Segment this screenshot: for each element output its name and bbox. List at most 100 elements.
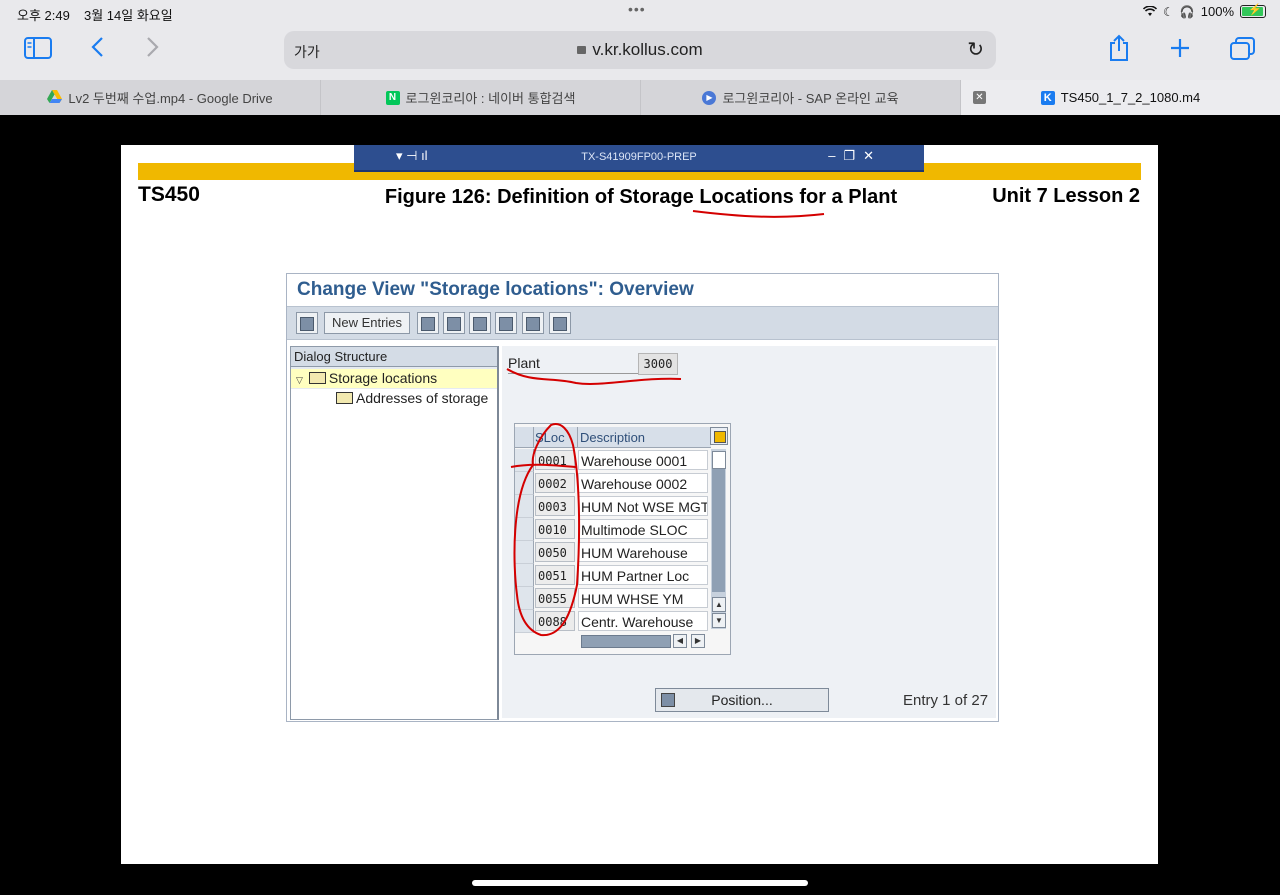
- video-frame[interactable]: ▾ ⊣ ıl TX-S41909FP00-PREP ‒❐✕ TS450 Figu…: [121, 145, 1158, 864]
- row-selector[interactable]: [515, 610, 534, 633]
- table-row: 0001 Warehouse 0001: [515, 449, 711, 472]
- copy-as-button[interactable]: [417, 312, 439, 334]
- row-selector[interactable]: [515, 449, 534, 472]
- moon-icon: ☾: [1163, 4, 1174, 19]
- sloc-cell[interactable]: 0055: [535, 588, 575, 608]
- select-all-button[interactable]: [495, 312, 517, 334]
- row-selector[interactable]: [515, 518, 534, 541]
- expand-triangle-icon[interactable]: ▽: [296, 371, 303, 390]
- description-cell[interactable]: HUM Warehouse: [578, 542, 708, 562]
- undo-icon: [473, 317, 487, 331]
- pencil-glasses-icon: [300, 317, 314, 331]
- scroll-thumb[interactable]: [712, 469, 725, 592]
- select-block-button[interactable]: [522, 312, 544, 334]
- undo-change-button[interactable]: [469, 312, 491, 334]
- google-drive-icon: [47, 89, 63, 106]
- url-text: v.kr.kollus.com: [592, 40, 703, 59]
- window-controls-icon: ‒❐✕: [828, 148, 882, 163]
- display-change-button[interactable]: [296, 312, 318, 334]
- kollus-icon: K: [1040, 90, 1055, 105]
- scroll-up-icon[interactable]: ▲: [712, 597, 726, 612]
- sidebar-icon[interactable]: [24, 37, 52, 65]
- tabs-overview-icon[interactable]: [1230, 37, 1256, 67]
- reload-icon[interactable]: ↻: [967, 37, 984, 62]
- folder-icon: [336, 392, 353, 404]
- sap-screen: Change View "Storage locations": Overvie…: [286, 273, 999, 722]
- scroll-down-icon[interactable]: ▼: [712, 613, 726, 628]
- tab-ts450-video[interactable]: ✕ K TS450_1_7_2_1080.m4: [961, 80, 1280, 115]
- tab-label: 로그윈코리아 - SAP 온라인 교육: [722, 91, 899, 106]
- remote-window-caption: ▾ ⊣ ıl TX-S41909FP00-PREP ‒❐✕: [354, 145, 924, 172]
- tab-google-drive[interactable]: Lv2 두번째 수업.mp4 - Google Drive: [0, 80, 321, 115]
- description-cell[interactable]: Multimode SLOC: [578, 519, 708, 539]
- select-block-icon: [526, 317, 540, 331]
- scroll-left-icon[interactable]: ◀: [673, 634, 687, 648]
- tree-empty-area: [291, 408, 497, 719]
- sloc-cell[interactable]: 0002: [535, 473, 575, 493]
- entry-counter: Entry 1 of 27: [903, 692, 989, 709]
- description-cell[interactable]: Warehouse 0001: [578, 450, 708, 470]
- vertical-scrollbar[interactable]: ▲ ▼: [711, 449, 726, 629]
- description-cell[interactable]: Warehouse 0002: [578, 473, 708, 493]
- unit-lesson: Unit 7 Lesson 2: [992, 185, 1140, 207]
- tree-item-addresses[interactable]: Addresses of storage: [291, 389, 497, 408]
- address-bar[interactable]: 가가 v.kr.kollus.com ↻: [284, 31, 996, 69]
- description-cell[interactable]: Centr. Warehouse: [578, 611, 708, 631]
- column-header-description[interactable]: Description: [580, 430, 645, 445]
- tree-item-label: Storage locations: [328, 370, 438, 386]
- lock-icon: [577, 46, 587, 54]
- horizontal-scrollbar[interactable]: ◀ ▶: [581, 634, 711, 648]
- tab-sap-online[interactable]: ▶ 로그윈코리아 - SAP 온라인 교육: [641, 80, 961, 115]
- sloc-cell[interactable]: 0051: [535, 565, 575, 585]
- table-row: 0003 HUM Not WSE MGT: [515, 495, 711, 518]
- sloc-cell[interactable]: 0001: [535, 450, 575, 470]
- home-indicator[interactable]: [472, 880, 808, 886]
- deselect-all-button[interactable]: [549, 312, 571, 334]
- column-header-sloc[interactable]: SLoc: [535, 430, 565, 445]
- row-selector[interactable]: [515, 564, 534, 587]
- position-button[interactable]: Position...: [655, 688, 829, 712]
- sloc-cell[interactable]: 0088: [535, 611, 575, 631]
- underline-storage-locations: [692, 210, 825, 218]
- back-icon[interactable]: [90, 36, 104, 64]
- row-selector[interactable]: [515, 495, 534, 518]
- close-tab-icon[interactable]: ✕: [973, 91, 986, 104]
- tree-item-label: Addresses of storage: [356, 390, 489, 406]
- row-selector[interactable]: [515, 472, 534, 495]
- table-row: 0051 HUM Partner Loc: [515, 564, 711, 587]
- row-selector[interactable]: [515, 587, 534, 610]
- share-icon[interactable]: [1107, 34, 1131, 68]
- table-settings-icon[interactable]: [710, 427, 728, 445]
- sap-toolbar: New Entries: [287, 306, 998, 340]
- scroll-top-button[interactable]: [712, 451, 726, 469]
- sloc-cell[interactable]: 0003: [535, 496, 575, 516]
- course-code: TS450: [138, 183, 200, 206]
- new-entries-button[interactable]: New Entries: [324, 312, 410, 334]
- battery-percent: 100%: [1200, 4, 1234, 19]
- figure-title: Figure 126: Definition of Storage Locati…: [384, 186, 898, 208]
- tree-item-storage-locations[interactable]: ▽ Storage locations: [291, 369, 497, 388]
- sloc-cell[interactable]: 0050: [535, 542, 575, 562]
- multitask-dots-icon[interactable]: •••: [628, 1, 646, 17]
- new-tab-icon[interactable]: [1169, 37, 1191, 65]
- delete-button[interactable]: [443, 312, 465, 334]
- hscroll-thumb[interactable]: [581, 635, 671, 648]
- plant-label-line: [508, 373, 638, 374]
- storage-locations-table: SLoc Description 0001 Warehouse 0001 0002…: [514, 423, 731, 655]
- row-selector[interactable]: [515, 541, 534, 564]
- forward-icon[interactable]: [146, 36, 160, 64]
- tab-label: Lv2 두번째 수업.mp4 - Google Drive: [68, 91, 273, 106]
- play-icon: ▶: [702, 90, 717, 105]
- tab-label: 로그윈코리아 : 네이버 통합검색: [405, 91, 576, 106]
- sloc-cell[interactable]: 0010: [535, 519, 575, 539]
- scroll-right-icon[interactable]: ▶: [691, 634, 705, 648]
- content-pane: Plant 3000 SLoc Description 0001 Warehous…: [502, 346, 996, 718]
- tab-naver-search[interactable]: N 로그윈코리아 : 네이버 통합검색: [321, 80, 641, 115]
- url-display[interactable]: v.kr.kollus.com: [284, 40, 996, 60]
- deselect-all-icon: [553, 317, 567, 331]
- description-cell[interactable]: HUM Partner Loc: [578, 565, 708, 585]
- dialog-structure-pane: Dialog Structure ▽ Storage locations Addr…: [290, 346, 499, 720]
- select-all-column[interactable]: [515, 427, 534, 447]
- description-cell[interactable]: HUM Not WSE MGT: [578, 496, 708, 516]
- description-cell[interactable]: HUM WHSE YM: [578, 588, 708, 608]
